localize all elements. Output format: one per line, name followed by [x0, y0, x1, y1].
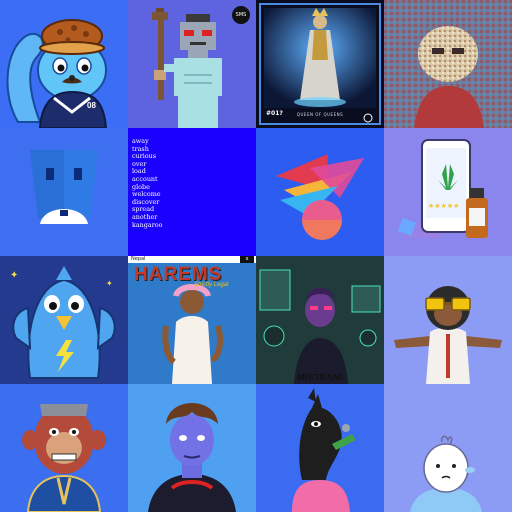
lightning-bird-illustration: ✦ ✦	[0, 256, 128, 384]
tile-cannabis-phone[interactable]: ★★★★★	[384, 128, 512, 256]
horse-pink-illustration	[256, 384, 384, 512]
paper-shapes-illustration	[256, 128, 384, 256]
tile-gold-glasses-ape[interactable]	[384, 256, 512, 384]
word-list: away trash curious over load account glo…	[132, 137, 163, 229]
jersey-number: 08	[87, 101, 96, 110]
tile-word-list[interactable]: away trash curious over load account glo…	[128, 128, 256, 256]
blue-logo-illustration	[0, 128, 128, 256]
tile-lightning-bird[interactable]: ✦ ✦	[0, 256, 128, 384]
harems-top-bar: Nepal x	[128, 256, 256, 263]
tile-queen-card[interactable]: #01? QUEEN OF QUEENS	[256, 0, 384, 128]
tile-pixel-skeleton[interactable]: SMS	[128, 0, 256, 128]
card-caption: QUEEN OF QUEENS	[296, 112, 344, 117]
mosaic-ape-illustration	[384, 0, 512, 128]
close-button[interactable]: x	[240, 256, 254, 263]
tile-blue-logo[interactable]	[0, 128, 128, 256]
tile-paper-shapes[interactable]	[256, 128, 384, 256]
squirrel-illustration	[0, 0, 128, 128]
tile-mosaic-ape[interactable]	[384, 0, 512, 128]
tile-harems-cover[interactable]: Nepal x HAREMS Strictly Legal	[128, 256, 256, 384]
tile-cyber-figure[interactable]: MISTRANI	[256, 256, 384, 384]
harems-subtitle: Strictly Legal	[194, 282, 229, 288]
queen-card-illustration	[256, 0, 384, 128]
tile-squirrel[interactable]: 08	[0, 0, 128, 128]
word-item: kangaroo	[132, 220, 163, 229]
red-ape-illustration	[0, 384, 128, 512]
baby-boy-illustration	[384, 384, 512, 512]
tile-baby-boy[interactable]	[384, 384, 512, 512]
tile-blue-hero[interactable]	[128, 384, 256, 512]
cyber-caption: MISTRANI	[297, 372, 343, 382]
svg-text:★★★★★: ★★★★★	[428, 202, 459, 210]
sms-badge: SMS	[232, 6, 250, 24]
svg-text:✦: ✦	[10, 270, 18, 281]
top-bar-label: Nepal	[131, 256, 146, 262]
gold-glasses-ape-illustration	[384, 256, 512, 384]
svg-text:✦: ✦	[106, 279, 113, 288]
cyber-figure-illustration	[256, 256, 384, 384]
tile-red-ape[interactable]	[0, 384, 128, 512]
nft-image-grid: 08 SMS #01? QUEEN OF QUEENS away trash c…	[0, 0, 512, 512]
tile-horse-pink[interactable]	[256, 384, 384, 512]
cannabis-phone-illustration: ★★★★★	[384, 128, 512, 256]
blue-hero-illustration	[128, 384, 256, 512]
